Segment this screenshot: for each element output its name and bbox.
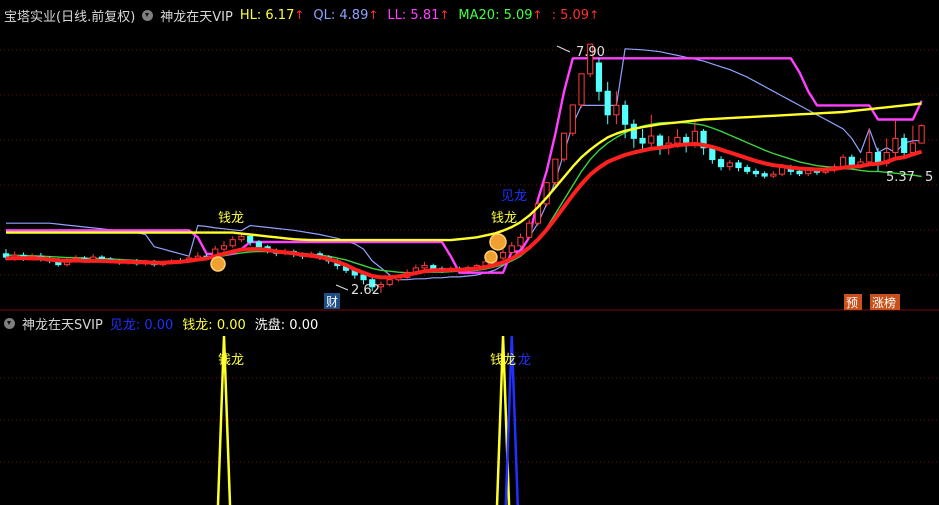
candle-up — [909, 142, 916, 154]
sub-signal-label-2: 钱龙 — [490, 353, 516, 368]
low-tag: 财 — [326, 295, 338, 309]
candle-down — [735, 162, 742, 169]
candle-up — [229, 239, 236, 247]
kline-chart[interactable]: 7.90 2.62 财 钱龙 见龙 钱龙 5.37 5 预 涨榜 钱龙 钱龙 龙 — [0, 0, 939, 505]
candle-up — [526, 222, 533, 238]
candle-down — [98, 256, 106, 260]
candle-down — [595, 62, 603, 92]
indicator-lines — [6, 48, 923, 281]
candle-down — [752, 170, 760, 175]
candle-down — [430, 265, 437, 269]
sub-signal-labels: 钱龙 钱龙 龙 — [218, 353, 531, 368]
candle-down — [796, 170, 803, 175]
candle-up — [220, 245, 228, 250]
grid-lines — [0, 49, 939, 463]
signal-label-1: 钱龙 — [218, 211, 244, 226]
last-low-label: 5.37 — [886, 170, 915, 185]
signal-label-2: 钱龙 — [491, 211, 517, 226]
candle-up — [386, 279, 393, 285]
last-suffix: 5 — [925, 170, 933, 185]
candle-up — [892, 137, 899, 154]
candle-up — [866, 152, 873, 163]
candle-up — [648, 135, 655, 144]
candle-up — [560, 132, 568, 160]
badges[interactable]: 预 涨榜 — [844, 294, 900, 310]
candle-down — [901, 137, 908, 154]
candle-up — [918, 125, 925, 144]
low-label: 2.62 — [351, 283, 380, 298]
candle-up — [726, 162, 733, 168]
candle-up — [569, 104, 576, 134]
candle-up — [674, 136, 681, 144]
trend-line — [5, 142, 923, 280]
sub-signal-label-1: 钱龙 — [218, 353, 244, 368]
candle-down — [630, 123, 637, 139]
candle-down — [717, 159, 725, 168]
indicator-lines-front — [5, 102, 923, 280]
candle-up — [578, 73, 585, 106]
signal-markers: 钱龙 见龙 钱龙 — [210, 189, 527, 272]
candle-down — [761, 173, 768, 177]
ql-line — [6, 48, 922, 281]
last-price-annotation: 5.37 5 — [886, 170, 933, 185]
badge-rank: 涨榜 — [872, 295, 896, 310]
candle-down — [255, 241, 262, 248]
candle-up — [499, 251, 507, 259]
signal-label-blue: 见龙 — [501, 189, 527, 204]
candle-down — [247, 235, 254, 243]
candle-up — [238, 235, 245, 241]
low-arrow — [335, 284, 349, 291]
candle-down — [604, 90, 611, 116]
candle-up — [552, 158, 559, 184]
candle-down — [360, 274, 367, 281]
candle-down — [744, 167, 751, 172]
sub-signal-label-3: 龙 — [518, 353, 531, 368]
candle-up — [508, 245, 515, 253]
candle-up — [770, 173, 777, 177]
candle-down — [622, 104, 629, 125]
ma20-line — [6, 121, 922, 274]
candle-up — [421, 265, 428, 269]
candle-up — [840, 156, 847, 168]
coin-icon — [210, 256, 226, 272]
low-annotation: 2.62 财 — [324, 283, 380, 309]
candle-up — [613, 104, 620, 116]
coin-icon — [484, 250, 498, 264]
candle-up — [517, 236, 524, 247]
high-arrow — [556, 45, 571, 53]
high-label: 7.90 — [576, 45, 605, 60]
candle-down — [639, 137, 646, 144]
high-annotation: 7.90 — [556, 45, 605, 60]
badge-predict: 预 — [846, 296, 858, 310]
coin-icon — [489, 233, 507, 251]
